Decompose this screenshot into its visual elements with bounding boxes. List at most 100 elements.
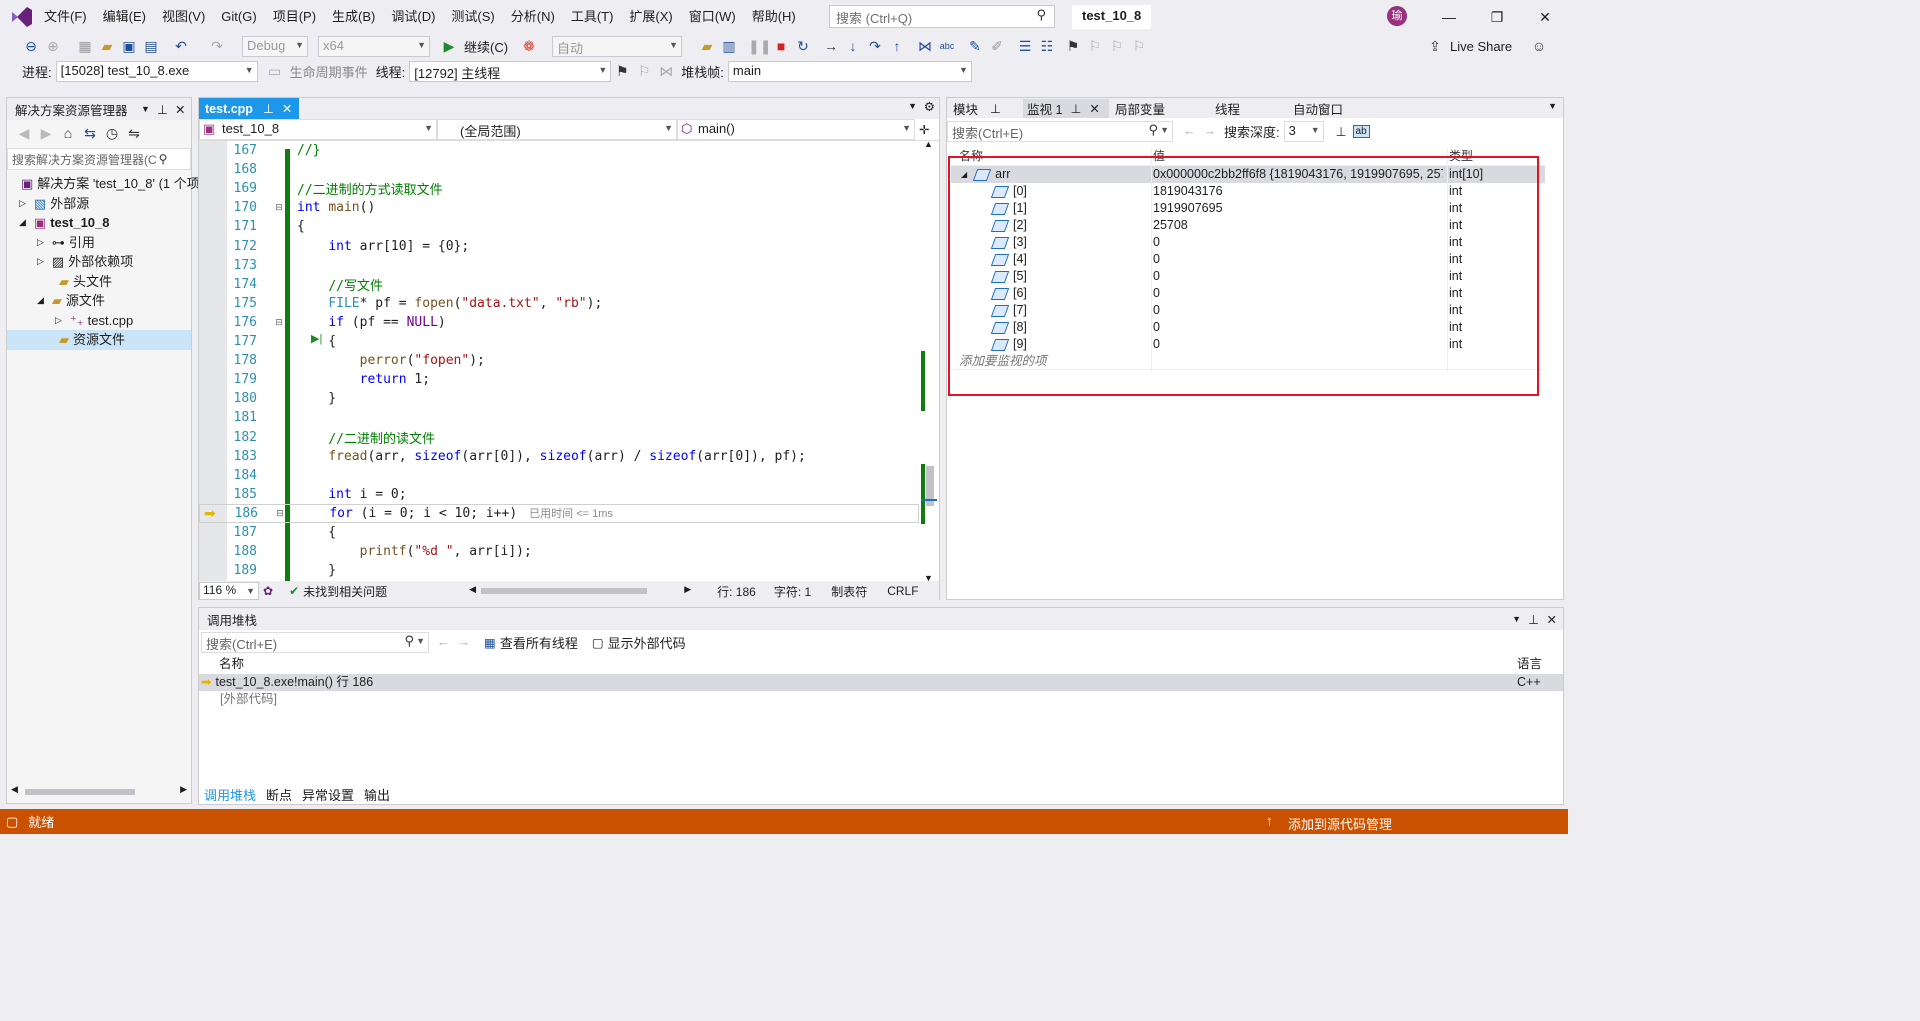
project-nav-select[interactable]: ▣ test_10_8 ▼ bbox=[199, 119, 437, 140]
show-next-statement-icon[interactable]: → bbox=[820, 36, 842, 56]
menu-tools[interactable]: 工具(T) bbox=[563, 0, 622, 34]
menu-edit[interactable]: 编辑(E) bbox=[95, 0, 154, 34]
pending-changes-icon[interactable]: ◷ bbox=[101, 123, 123, 143]
indent-icon[interactable]: ☰ bbox=[1014, 36, 1036, 56]
callstack-search-input[interactable]: 搜索(Ctrl+E) ⚲ ▼ bbox=[201, 631, 429, 653]
code-line[interactable]: 175 FILE* pf = fopen("data.txt", "rb"); bbox=[199, 294, 919, 313]
lifecycle-events-button[interactable]: 生命周期事件 bbox=[286, 62, 372, 81]
global-search-input[interactable]: 搜索 (Ctrl+Q) ⚲ bbox=[829, 5, 1055, 28]
run-to-click-icon[interactable]: ▶| bbox=[311, 332, 322, 345]
add-to-source-control[interactable]: 添加到源代码管理 bbox=[1288, 814, 1392, 833]
tab-overflow-icon[interactable]: ▼ bbox=[1548, 101, 1557, 111]
auto-select[interactable]: 自动 ▼ bbox=[552, 35, 683, 57]
continue-button[interactable]: 继续(C) bbox=[460, 37, 512, 56]
line-indicator[interactable]: 行: 186 bbox=[717, 583, 756, 600]
menu-test[interactable]: 测试(S) bbox=[443, 0, 502, 34]
menu-analyze[interactable]: 分析(N) bbox=[503, 0, 563, 34]
step-over-icon[interactable]: ↷ bbox=[864, 36, 886, 56]
close-window-button[interactable]: ✕ bbox=[1522, 0, 1568, 34]
hex-display-icon[interactable]: ⋈ bbox=[914, 36, 936, 56]
pin-icon[interactable]: ⊥ bbox=[1070, 101, 1081, 116]
pin-icon[interactable]: ⊥ bbox=[1528, 612, 1539, 627]
tab-breakpoints[interactable]: 断点 bbox=[261, 785, 297, 804]
stop-icon[interactable]: ■ bbox=[770, 36, 792, 56]
menu-project[interactable]: 项目(P) bbox=[265, 0, 324, 34]
code-line[interactable]: 185 int i = 0; bbox=[199, 485, 919, 504]
sync-icon[interactable]: ⇋ bbox=[123, 123, 145, 143]
forward-icon[interactable]: → bbox=[458, 635, 471, 649]
pause-icon[interactable]: ❚❚ bbox=[748, 36, 771, 56]
save-icon[interactable]: ▣ bbox=[118, 36, 140, 56]
live-share-button[interactable]: ⇪ Live Share bbox=[1424, 36, 1516, 56]
menu-extensions[interactable]: 扩展(X) bbox=[621, 0, 680, 34]
tree-item-external-deps[interactable]: ▷ ▨ 外部依赖项 bbox=[7, 252, 191, 272]
code-line[interactable]: 178 perror("fopen"); bbox=[199, 351, 919, 370]
flag-icon[interactable]: ⚑ bbox=[611, 61, 633, 81]
menu-view[interactable]: 视图(V) bbox=[154, 0, 213, 34]
undo-icon[interactable]: ↶ bbox=[170, 36, 192, 56]
upload-icon[interactable]: ↑ bbox=[1266, 813, 1273, 828]
tree-item-solution[interactable]: ▣ 解决方案 'test_10_8' (1 个项 bbox=[7, 174, 200, 194]
close-tab-icon[interactable]: ✕ bbox=[282, 101, 292, 116]
back-icon[interactable]: ← bbox=[437, 635, 450, 649]
menu-debug[interactable]: 调试(D) bbox=[383, 0, 443, 34]
fold-margin[interactable]: ⊟ bbox=[261, 317, 297, 328]
char-indicator[interactable]: 字符: 1 bbox=[774, 583, 811, 600]
menu-help[interactable]: 帮助(H) bbox=[744, 0, 804, 34]
callstack-row[interactable]: ➡ test_10_8.exe!main() 行 186 C++ bbox=[199, 674, 1563, 691]
tree-item-resource-files[interactable]: ▰ 资源文件 bbox=[7, 330, 191, 350]
code-line[interactable]: 169 //二进制的方式读取文件 bbox=[199, 179, 919, 198]
back-icon[interactable]: ⊖ bbox=[20, 36, 42, 56]
close-icon[interactable]: ✕ bbox=[175, 102, 185, 117]
scope-nav-select[interactable]: (全局范围) ▼ bbox=[437, 119, 677, 140]
close-icon[interactable]: ✕ bbox=[1547, 612, 1557, 627]
col-lang[interactable]: 语言 bbox=[1517, 656, 1542, 673]
switch-views-icon[interactable]: ⇆ bbox=[79, 123, 101, 143]
open-folder-icon[interactable]: ▰ bbox=[96, 36, 118, 56]
pin-icon[interactable]: ⊥ bbox=[157, 102, 168, 117]
watch-search-input[interactable]: 搜索(Ctrl+E) ⚲ ▼ bbox=[947, 120, 1173, 142]
show-external-code-button[interactable]: 显示外部代码 bbox=[604, 633, 690, 652]
collapse-icon[interactable]: ⋈ bbox=[655, 61, 677, 81]
tab-test-cpp[interactable]: test.cpp ⊥ ✕ bbox=[199, 98, 299, 119]
browse-folder-icon[interactable]: ▰ bbox=[696, 36, 718, 56]
next-bookmark-icon[interactable]: ⚐ bbox=[1106, 36, 1128, 56]
minimize-button[interactable]: — bbox=[1426, 0, 1472, 34]
zoom-select[interactable]: 116 % ▼ bbox=[199, 582, 259, 600]
outdent-icon[interactable]: ☷ bbox=[1036, 36, 1058, 56]
code-line[interactable]: 173 bbox=[199, 256, 919, 275]
view-all-threads-button[interactable]: 查看所有线程 bbox=[496, 633, 582, 652]
code-line[interactable]: 168 bbox=[199, 160, 919, 179]
comment-icon[interactable]: ✎ bbox=[964, 36, 986, 56]
menu-window[interactable]: 窗口(W) bbox=[681, 0, 744, 34]
bookmark-icon[interactable]: ⚑ bbox=[1062, 36, 1084, 56]
code-line[interactable]: 171 { bbox=[199, 217, 919, 236]
tree-item-references[interactable]: ▷ ⊶ 引用 bbox=[7, 233, 191, 253]
prev-bookmark-icon[interactable]: ⚐ bbox=[1084, 36, 1106, 56]
dropdown-icon[interactable]: ▼ bbox=[1512, 614, 1521, 624]
perf-tip[interactable]: 已用时间 <= 1ms bbox=[529, 505, 613, 521]
function-nav-select[interactable]: ⬡ main() ▼ bbox=[677, 119, 915, 140]
step-into-icon[interactable]: ↓ bbox=[842, 36, 864, 56]
depth-select[interactable]: 3 ▼ bbox=[1283, 120, 1324, 142]
stackframe-select[interactable]: main ▼ bbox=[727, 60, 972, 82]
eol-indicator[interactable]: CRLF bbox=[887, 584, 918, 598]
tab-exception-settings[interactable]: 异常设置 bbox=[297, 785, 359, 804]
tab-overflow-icon[interactable]: ▼ bbox=[908, 101, 917, 111]
step-out-icon[interactable]: ↑ bbox=[886, 36, 908, 56]
code-line[interactable]: 167 //} bbox=[199, 141, 919, 160]
horizontal-scrollbar[interactable]: ◀ ▶ bbox=[11, 784, 187, 797]
process-select[interactable]: [15028] test_10_8.exe ▼ bbox=[55, 60, 258, 82]
code-line[interactable]: 183 fread(arr, sizeof(arr[0]), sizeof(ar… bbox=[199, 447, 919, 466]
split-icon[interactable]: ✛ bbox=[919, 122, 929, 137]
tree-item-external-sources[interactable]: ▷ ▧ 外部源 bbox=[7, 194, 191, 214]
pin-watch-icon[interactable]: ⊥ bbox=[1336, 124, 1347, 139]
uncomment-icon[interactable]: ✐ bbox=[986, 36, 1008, 56]
configuration-select[interactable]: Debug ▼ bbox=[242, 35, 308, 57]
code-line[interactable]: 179 return 1; bbox=[199, 370, 919, 389]
save-all-icon[interactable]: ▤ bbox=[140, 36, 162, 56]
avatar[interactable]: 瑜 bbox=[1387, 6, 1407, 26]
code-line[interactable]: 187 { bbox=[199, 523, 919, 542]
vs-logo-icon[interactable] bbox=[10, 6, 34, 28]
settings-icon[interactable]: ⚙ bbox=[924, 99, 935, 114]
